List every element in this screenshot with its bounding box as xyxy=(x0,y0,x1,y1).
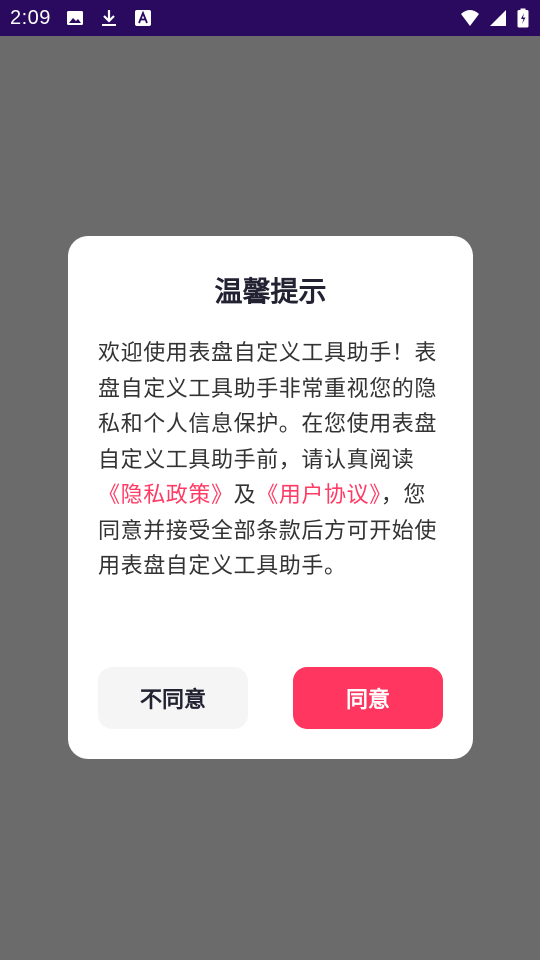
system-icons xyxy=(460,8,530,28)
battery-icon xyxy=(516,8,530,28)
image-icon xyxy=(65,8,85,28)
status-bar: 2:09 xyxy=(0,0,540,36)
dialog-message: 欢迎使用表盘自定义工具助手！表盘自定义工具助手非常重视您的隐私和个人信息保护。在… xyxy=(98,336,443,585)
agree-button[interactable]: 同意 xyxy=(293,667,443,729)
message-text-1: 欢迎使用表盘自定义工具助手！表盘自定义工具助手非常重视您的隐私和个人信息保护。在… xyxy=(98,341,438,473)
status-left: 2:09 xyxy=(10,7,153,30)
wifi-icon xyxy=(460,8,480,28)
status-time: 2:09 xyxy=(10,6,51,29)
signal-icon xyxy=(488,8,508,28)
privacy-policy-link[interactable]: 《隐私政策》 xyxy=(98,483,234,508)
privacy-dialog: 温馨提示 欢迎使用表盘自定义工具助手！表盘自定义工具助手非常重视您的隐私和个人信… xyxy=(68,236,473,759)
download-icon xyxy=(99,8,119,28)
message-and: 及 xyxy=(233,483,257,508)
dialog-title: 温馨提示 xyxy=(214,275,327,308)
notification-icons xyxy=(65,8,153,28)
disagree-button[interactable]: 不同意 xyxy=(98,667,248,729)
user-agreement-link[interactable]: 《用户协议》 xyxy=(256,483,381,508)
font-icon xyxy=(133,8,153,28)
